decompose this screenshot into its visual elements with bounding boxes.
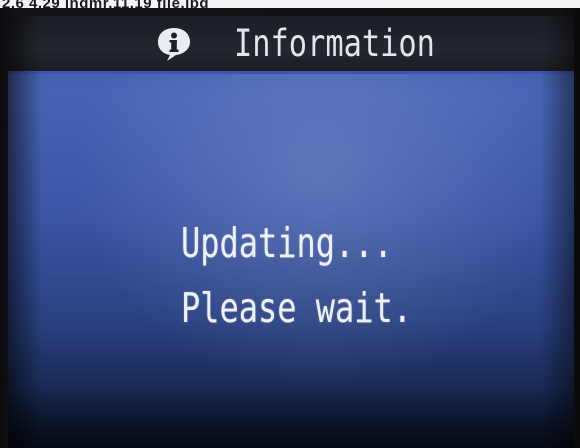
header-title: Information (234, 22, 435, 65)
lcd-screen: Information Updating... Please wait. (8, 16, 574, 448)
status-message-line-1: Updating... (181, 219, 393, 267)
device-bezel: Information Updating... Please wait. (0, 8, 580, 448)
status-message-line-2: Please wait. (181, 284, 413, 332)
header-bar: Information (8, 16, 574, 74)
device-photo: 2.6 4.29 ingmr.11.19 file.jpg Informatio… (0, 0, 580, 448)
info-icon (155, 25, 193, 63)
screen-shadow (8, 386, 574, 448)
